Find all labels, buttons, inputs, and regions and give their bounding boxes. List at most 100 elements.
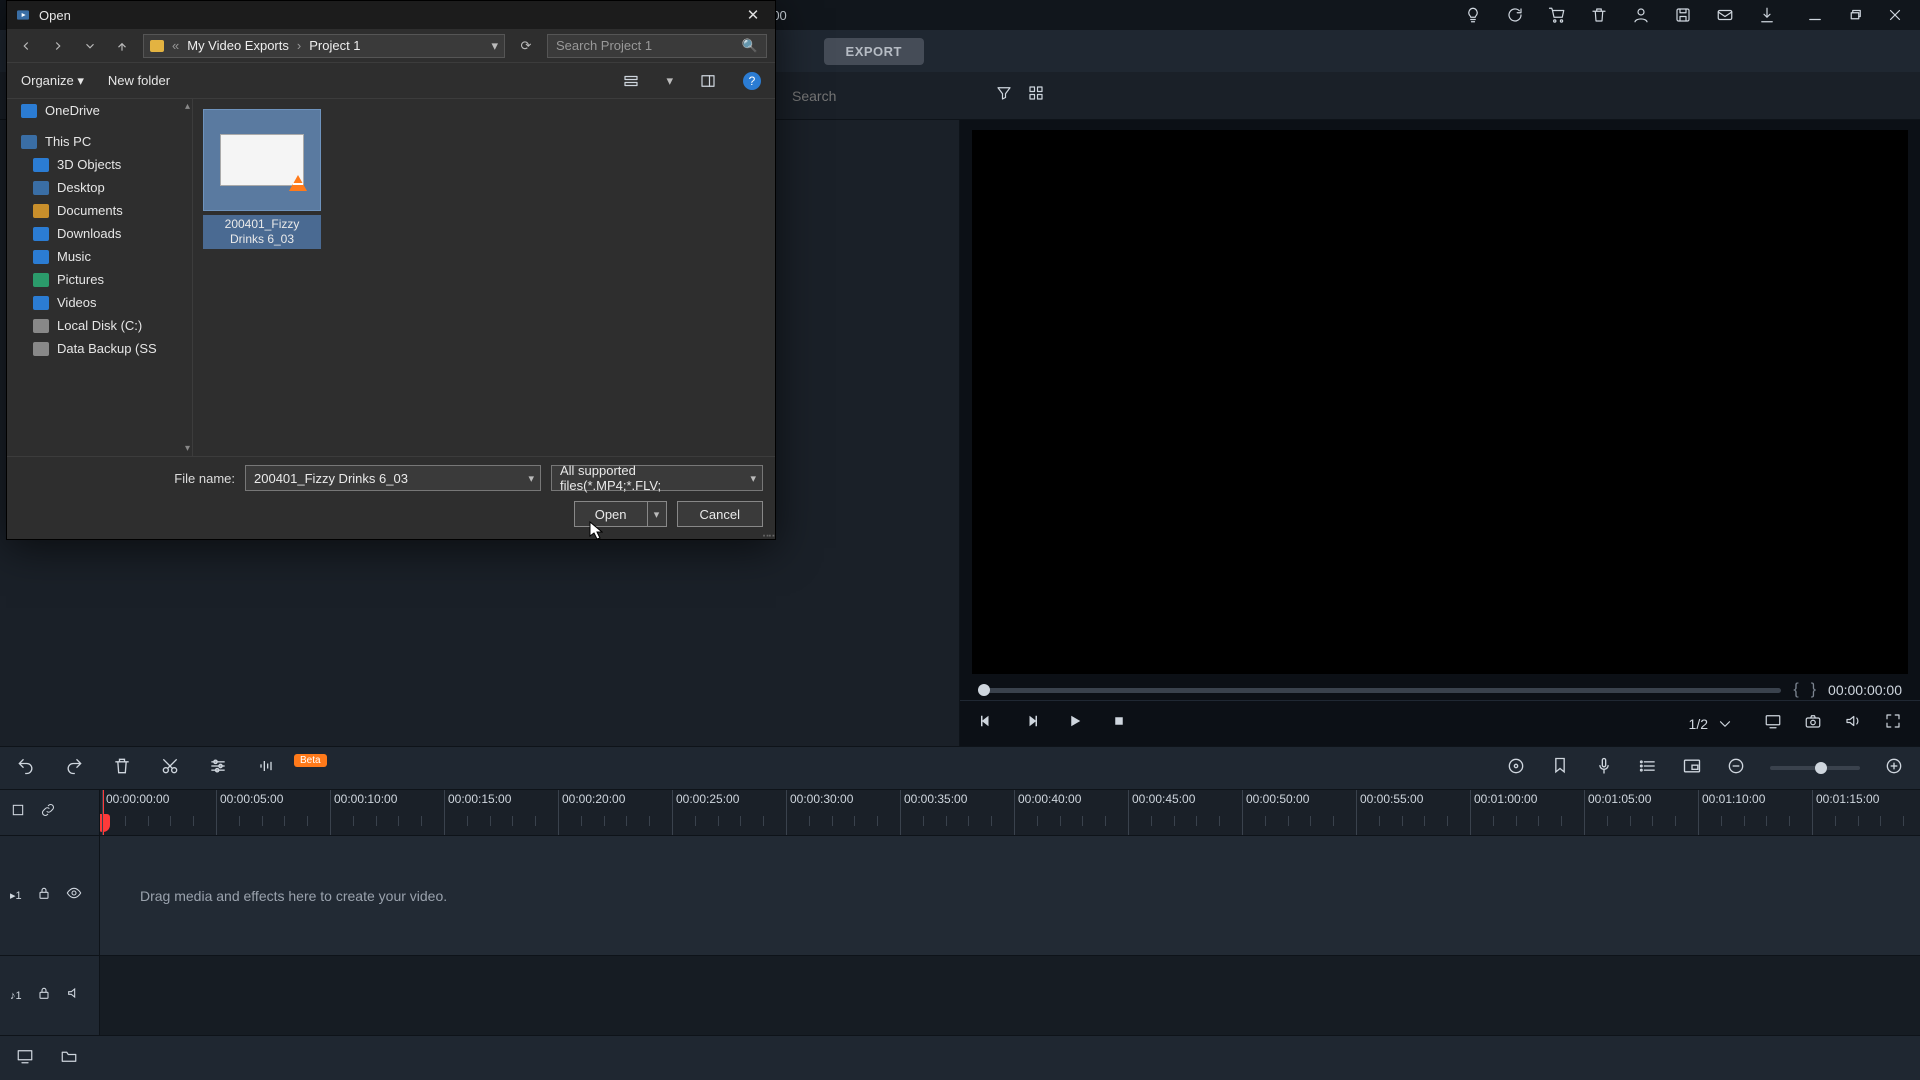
snap-icon[interactable] [10,802,26,823]
preview-pane-icon[interactable] [697,72,719,90]
dialog-search[interactable]: Search Project 1 🔍 [547,34,767,58]
help-icon[interactable]: ? [743,72,761,90]
mute-icon[interactable] [66,985,82,1006]
mark-in-icon[interactable]: { [1793,681,1798,699]
resize-grip-icon[interactable]: ⣀⣀ [761,523,773,537]
zoom-out-icon[interactable] [1726,756,1746,781]
sidebar-3d-objects[interactable]: 3D Objects [7,153,192,176]
grid-view-icon[interactable] [1027,84,1045,107]
stop-icon[interactable] [1110,712,1128,735]
preview-scrubber[interactable] [978,688,1781,693]
breadcrumb-dropdown-icon[interactable]: ▾ [491,38,498,54]
sidebar-scroll-down-icon[interactable]: ▾ [185,443,190,454]
video-track-body[interactable]: Drag media and effects here to create yo… [100,836,1920,955]
sidebar-desktop[interactable]: Desktop [7,176,192,199]
window-close-icon[interactable] [1886,6,1904,24]
filename-label: File name: [174,471,235,486]
sidebar-videos[interactable]: Videos [7,291,192,314]
lock-icon[interactable] [36,885,52,906]
new-folder-button[interactable]: New folder [108,73,170,88]
dialog-titlebar[interactable]: Open ✕ [7,1,775,29]
redo-icon[interactable] [64,756,84,781]
media-search-input[interactable] [784,82,981,110]
organize-menu[interactable]: Organize ▾ [21,73,84,89]
display-icon[interactable] [1764,712,1782,735]
lock-icon[interactable] [36,985,52,1006]
volume-icon[interactable] [1844,712,1862,735]
prev-frame-icon[interactable] [978,712,996,735]
play-icon[interactable] [1066,712,1084,735]
snapshot-icon[interactable] [1804,712,1822,735]
save-icon[interactable] [1674,6,1692,24]
ruler-tick-label: 00:00:15:00 [448,792,511,806]
sidebar-documents[interactable]: Documents [7,199,192,222]
view-mode-dropdown-icon[interactable]: ▾ [666,73,673,89]
mark-out-icon[interactable]: } [1811,681,1816,699]
file-thumbnail[interactable] [203,109,321,211]
sidebar-this-pc[interactable]: This PC [7,130,192,153]
dialog-close-icon[interactable]: ✕ [739,6,767,24]
sidebar-downloads[interactable]: Downloads [7,222,192,245]
filetype-filter[interactable]: All supported files(*.MP4;*.FLV;▾ [551,465,763,491]
nav-forward-icon[interactable] [47,35,69,57]
account-icon[interactable] [1632,6,1650,24]
nav-up-icon[interactable] [111,35,133,57]
zoom-slider[interactable] [1770,766,1860,770]
next-frame-icon[interactable] [1022,712,1040,735]
dialog-file-list[interactable]: 200401_FizzyDrinks 6_03 [193,99,775,456]
sidebar-pictures[interactable]: Pictures [7,268,192,291]
open-button[interactable]: Open ▾ [574,501,667,527]
window-restore-icon[interactable] [1846,6,1864,24]
cancel-button[interactable]: Cancel [677,501,763,527]
dialog-search-placeholder: Search Project 1 [556,38,652,53]
trash-icon[interactable] [1590,6,1608,24]
preview-panel: { } 00:00:00:00 1/2 [960,120,1920,746]
download-icon[interactable] [1758,6,1776,24]
breadcrumb[interactable]: « My Video Exports › Project 1 ▾ [143,34,505,58]
audio-track-label: ♪1 [10,990,22,1002]
screen-icon[interactable] [16,1047,34,1070]
list-icon[interactable] [1638,756,1658,781]
undo-icon[interactable] [16,756,36,781]
options-icon[interactable] [208,756,228,781]
nav-recent-icon[interactable] [79,35,101,57]
open-split-dropdown-icon[interactable]: ▾ [647,501,667,527]
breadcrumb-seg-1[interactable]: My Video Exports [187,38,289,53]
voiceover-icon[interactable] [1594,756,1614,781]
refresh-icon[interactable] [1506,6,1524,24]
nav-refresh-icon[interactable]: ⟳ [515,38,537,54]
mail-icon[interactable] [1716,6,1734,24]
cut-icon[interactable] [160,756,180,781]
window-minimize-icon[interactable] [1806,6,1824,24]
sidebar-scroll-up-icon[interactable]: ▴ [185,101,190,112]
visibility-icon[interactable] [66,885,82,906]
ruler-tick-label: 00:00:55:00 [1360,792,1423,806]
pip-icon[interactable] [1682,756,1702,781]
filename-combobox[interactable]: 200401_Fizzy Drinks 6_03▾ [245,465,541,491]
render-icon[interactable] [1506,756,1526,781]
dialog-sidebar[interactable]: ▴ OneDrive This PC 3D Objects Desktop Do… [7,99,193,456]
export-button[interactable]: EXPORT [824,38,924,65]
zoom-in-icon[interactable] [1884,756,1904,781]
breadcrumb-seg-2[interactable]: Project 1 [309,38,360,53]
delete-icon[interactable] [112,756,132,781]
vlc-cone-icon [289,175,307,191]
audio-track-body[interactable] [100,956,1920,1035]
time-ruler[interactable]: 00:00:00:0000:00:05:0000:00:10:0000:00:1… [100,790,1920,835]
fullscreen-icon[interactable] [1884,712,1902,735]
marker-icon[interactable] [1550,756,1570,781]
cart-icon[interactable] [1548,6,1566,24]
sidebar-local-disk[interactable]: Local Disk (C:) [7,314,192,337]
sidebar-data-backup[interactable]: Data Backup (SS [7,337,192,360]
file-item[interactable]: 200401_FizzyDrinks 6_03 [203,109,321,249]
filter-icon[interactable] [995,84,1013,107]
nav-back-icon[interactable] [15,35,37,57]
idea-icon[interactable] [1464,6,1482,24]
playback-rate-selector[interactable]: 1/2 [1681,713,1742,735]
sidebar-onedrive[interactable]: OneDrive [7,99,192,122]
audio-tool-icon[interactable] [256,756,276,781]
view-mode-icon[interactable] [620,72,642,90]
sidebar-music[interactable]: Music [7,245,192,268]
link-icon[interactable] [40,802,56,823]
open-folder-icon[interactable] [60,1047,78,1070]
